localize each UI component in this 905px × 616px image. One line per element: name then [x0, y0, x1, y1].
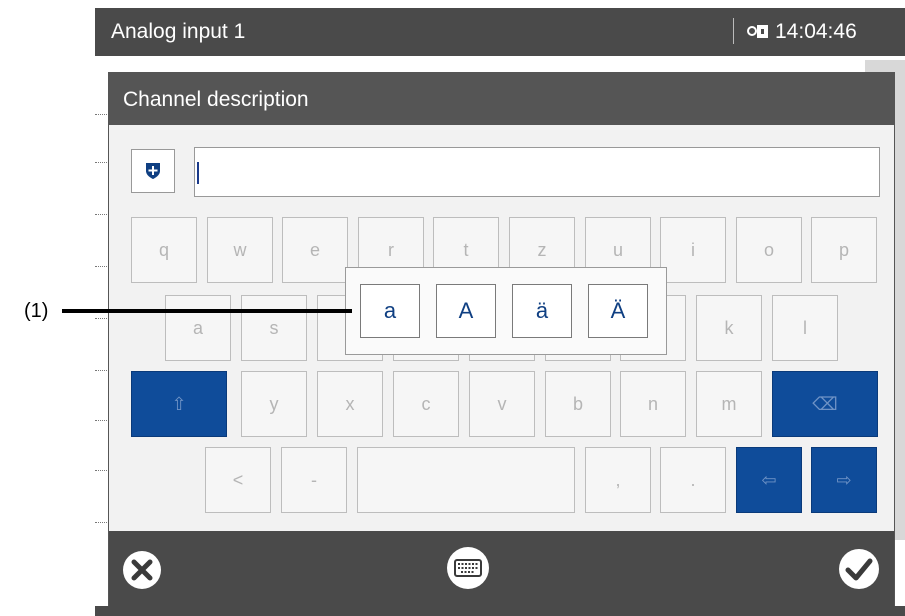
check-circle-icon[interactable] — [837, 547, 881, 591]
dialog-header: Channel description — [109, 73, 894, 125]
variant-key-a[interactable]: a — [360, 284, 420, 338]
description-input[interactable] — [194, 147, 880, 197]
key-b[interactable]: b — [545, 371, 611, 437]
callout-label: (1) — [24, 300, 49, 322]
cursor-right-key[interactable]: ⇨ — [811, 447, 877, 513]
key-period[interactable]: . — [660, 447, 726, 513]
shift-key[interactable]: ⇧ — [131, 371, 227, 437]
key-x[interactable]: x — [317, 371, 383, 437]
character-variant-popup: a A ä Ä — [345, 267, 667, 355]
key-q[interactable]: q — [131, 217, 197, 283]
input-mode-button[interactable] — [131, 149, 175, 193]
lock-icon — [747, 25, 768, 38]
callout-line — [62, 309, 352, 313]
dialog-title: Channel description — [123, 88, 309, 111]
key-comma[interactable]: , — [585, 447, 651, 513]
shield-plus-icon — [146, 163, 160, 179]
key-v[interactable]: v — [469, 371, 535, 437]
key-y[interactable]: y — [241, 371, 307, 437]
page-title: Analog input 1 — [111, 20, 246, 43]
bottom-bar — [95, 606, 905, 616]
key-o[interactable]: o — [736, 217, 802, 283]
dialog-footer — [109, 531, 894, 607]
title-bar: Analog input 1 14:04:46 — [95, 8, 905, 56]
key-e[interactable]: e — [282, 217, 348, 283]
key-p[interactable]: p — [811, 217, 877, 283]
key-n[interactable]: n — [620, 371, 686, 437]
close-circle-icon[interactable] — [121, 549, 163, 591]
key-m[interactable]: m — [696, 371, 762, 437]
variant-key-A-umlaut[interactable]: Ä — [588, 284, 648, 338]
key-k[interactable]: k — [696, 295, 762, 361]
key-w[interactable]: w — [207, 217, 273, 283]
key-l[interactable]: l — [772, 295, 838, 361]
channel-description-dialog: Channel description q w e r t z u i o p … — [108, 72, 895, 607]
key-hyphen[interactable]: - — [281, 447, 347, 513]
key-s[interactable]: s — [241, 295, 307, 361]
key-less-than[interactable]: < — [205, 447, 271, 513]
clock: 14:04:46 — [775, 20, 857, 43]
key-c[interactable]: c — [393, 371, 459, 437]
space-key[interactable] — [357, 447, 575, 513]
keyboard-icon[interactable] — [445, 545, 491, 591]
key-i[interactable]: i — [660, 217, 726, 283]
cursor-left-key[interactable]: ⇦ — [736, 447, 802, 513]
variant-key-A[interactable]: A — [436, 284, 496, 338]
title-separator — [733, 18, 734, 44]
variant-key-a-umlaut[interactable]: ä — [512, 284, 572, 338]
key-a[interactable]: a — [165, 295, 231, 361]
backspace-key[interactable]: ⌫ — [772, 371, 878, 437]
text-caret — [197, 162, 199, 184]
